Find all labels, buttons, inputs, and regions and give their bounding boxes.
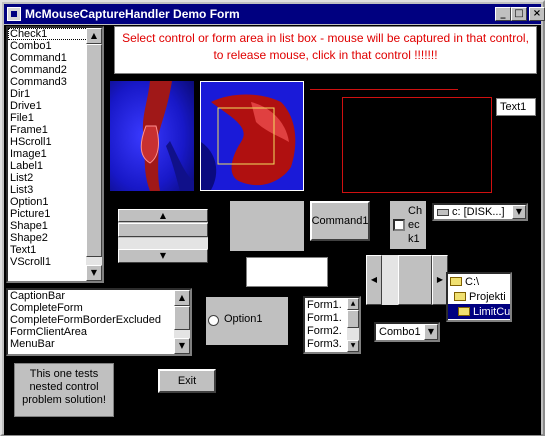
area-list-item[interactable]: MenuBar xyxy=(8,338,190,350)
main-window: McMouseCaptureHandler Demo Form _ □ × Ch… xyxy=(0,0,545,436)
check1[interactable]: Check1 xyxy=(390,201,426,249)
form-client-area[interactable]: Check1 Combo1 Command1 Command2 Command3 Dir1… xyxy=(4,25,541,435)
folder-open-icon xyxy=(458,307,470,316)
command1-button[interactable]: Command1 xyxy=(310,201,370,241)
area-list-item[interactable]: CaptionBar xyxy=(8,290,190,302)
picture1[interactable] xyxy=(200,81,304,191)
area-list-item[interactable]: CompleteFormBorderExcluded xyxy=(8,314,190,326)
scroll-up-arrow-icon[interactable]: ▲ xyxy=(174,290,190,306)
scroll-up-arrow-icon[interactable]: ▲ xyxy=(347,298,359,310)
scroll-down-arrow-icon[interactable]: ▼ xyxy=(118,249,208,263)
controls-list[interactable]: Check1 Combo1 Command1 Command2 Command3 Dir1… xyxy=(6,26,104,283)
capture-area-list[interactable]: CaptionBar CompleteForm CompleteFormBorder… xyxy=(6,288,192,356)
drive1-combo[interactable]: c: [DISK...] ▼ xyxy=(432,203,528,221)
app-icon xyxy=(7,7,21,21)
scroll-down-arrow-icon[interactable]: ▼ xyxy=(347,340,359,352)
controls-list-scrollbar[interactable]: ▲ ▼ xyxy=(86,28,102,281)
area-list-item[interactable]: FormClientArea xyxy=(8,326,190,338)
option1-radio[interactable] xyxy=(208,315,219,326)
text1-field[interactable]: Text1 xyxy=(496,98,536,116)
scroll-up-arrow-icon[interactable]: ▲ xyxy=(86,28,102,44)
dir1-list[interactable]: C:\ Projekti LimitCu xyxy=(446,272,512,322)
hscroll1[interactable]: ◀ ▶ xyxy=(366,255,448,305)
folder-icon xyxy=(454,292,466,301)
title-bar[interactable]: McMouseCaptureHandler Demo Form _ □ × xyxy=(4,4,545,24)
dir-list-item[interactable]: LimitCu xyxy=(448,304,510,319)
file-list-scrollbar[interactable]: ▲ ▼ xyxy=(347,298,359,352)
check1-checkbox[interactable] xyxy=(393,219,405,231)
scroll-thumb[interactable] xyxy=(86,44,102,257)
drive-icon xyxy=(437,208,449,216)
dir-list-label: LimitCu xyxy=(473,305,511,318)
scroll-up-arrow-icon[interactable]: ▲ xyxy=(118,209,208,222)
scroll-left-arrow-icon[interactable]: ◀ xyxy=(366,255,382,305)
close-button[interactable]: × xyxy=(529,7,545,21)
dir-list-item[interactable]: C:\ xyxy=(448,274,510,289)
label1 xyxy=(230,201,304,251)
combo1[interactable]: Combo1 ▼ xyxy=(374,322,440,342)
image1[interactable] xyxy=(110,81,194,191)
scroll-down-arrow-icon[interactable]: ▼ xyxy=(174,338,190,354)
text2-field[interactable] xyxy=(246,257,328,287)
file1-list[interactable]: Form1. Form1. Form2. Form3. ▲ ▼ xyxy=(303,296,361,354)
dir-list-label: C:\ xyxy=(465,275,480,288)
instruction-label: Select control or form area in list box … xyxy=(114,26,537,74)
option1-label: Option1 xyxy=(224,313,263,325)
chevron-down-icon[interactable]: ▼ xyxy=(424,324,438,340)
area-list-scrollbar[interactable]: ▲ ▼ xyxy=(174,290,190,354)
area-list-item[interactable]: CompleteForm xyxy=(8,302,190,314)
vscroll1[interactable]: ▲ ▼ xyxy=(118,209,208,263)
scroll-thumb[interactable] xyxy=(347,310,359,328)
shape1 xyxy=(342,97,492,193)
scroll-down-arrow-icon[interactable]: ▼ xyxy=(86,265,102,281)
scroll-thumb[interactable] xyxy=(118,223,208,237)
scroll-thumb[interactable] xyxy=(174,306,190,330)
frame1-label: This one tests nested control problem so… xyxy=(14,363,114,417)
dir-list-item[interactable]: Projekti xyxy=(448,289,510,304)
option1[interactable]: Option1 xyxy=(206,297,288,345)
drive1-value: c: [DISK...] xyxy=(452,206,505,218)
window-title: McMouseCaptureHandler Demo Form xyxy=(25,7,240,21)
combo1-value: Combo1 xyxy=(379,326,421,338)
folder-icon xyxy=(450,277,462,286)
scroll-thumb[interactable] xyxy=(398,255,432,305)
exit-button[interactable]: Exit xyxy=(158,369,216,393)
maximize-button[interactable]: □ xyxy=(511,7,527,21)
minimize-button[interactable]: _ xyxy=(495,7,511,21)
line-shape xyxy=(310,89,458,90)
check1-label: Check1 xyxy=(408,205,423,245)
dir-list-label: Projekti xyxy=(469,290,506,303)
chevron-down-icon[interactable]: ▼ xyxy=(512,205,526,219)
